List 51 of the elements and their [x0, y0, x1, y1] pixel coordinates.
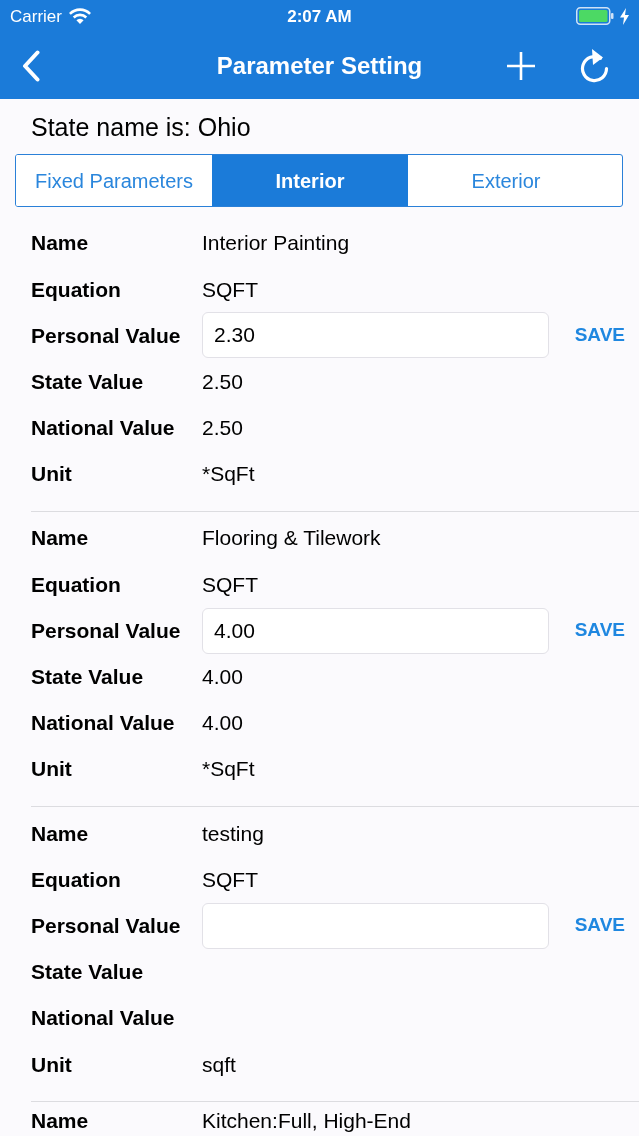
status-time: 2:07 AM [287, 7, 352, 25]
field-label: Personal Value [31, 617, 182, 644]
save-button[interactable]: SAVE [574, 911, 625, 940]
field-label: Personal Value [31, 912, 182, 939]
field-value: SQFT [202, 866, 258, 893]
field-label: Name [31, 1110, 90, 1132]
value-input-field[interactable]: 2.30 [202, 312, 549, 359]
state-name-label: State name is: Ohio [31, 112, 251, 142]
field-label: Unit [31, 756, 73, 783]
carrier-label: Carrier [10, 7, 62, 25]
field-value: Kitchen:Full, High-End [202, 1110, 411, 1132]
field-label: Equation [31, 276, 122, 303]
save-button[interactable]: SAVE [574, 321, 625, 350]
field-value: 2.50 [202, 415, 243, 442]
field-label: Name [31, 230, 90, 257]
field-label: Personal Value [31, 322, 182, 349]
field-label: Equation [31, 866, 122, 893]
field-value: Interior Painting [202, 230, 350, 257]
field-label: Unit [31, 461, 73, 488]
field-label: Equation [31, 571, 122, 598]
value-input-field[interactable]: 4.00 [202, 607, 549, 654]
field-value: SQFT [202, 571, 258, 598]
segment-tab[interactable]: Interior [212, 155, 408, 206]
field-value: testing [202, 820, 264, 847]
field-value: sqft [202, 1051, 236, 1078]
refresh-icon [580, 48, 610, 83]
field-label: Unit [31, 1051, 73, 1078]
field-label: Name [31, 525, 90, 552]
field-value: *SqFt [202, 461, 255, 488]
field-value: 2.50 [202, 368, 243, 395]
wifi-icon [68, 8, 91, 24]
field-label: Name [31, 820, 90, 847]
field-label: State Value [31, 368, 145, 395]
battery-icon [576, 7, 614, 25]
screen-title: Parameter Setting [216, 50, 423, 81]
field-value: SQFT [202, 276, 258, 303]
add-button[interactable] [505, 49, 537, 82]
refresh-button[interactable] [579, 47, 611, 84]
field-label: National Value [31, 415, 176, 442]
field-label: State Value [31, 959, 145, 986]
save-button[interactable]: SAVE [574, 616, 625, 645]
value-input-field[interactable] [202, 902, 549, 949]
field-label: National Value [31, 1005, 176, 1032]
field-label: National Value [31, 710, 176, 737]
field-value: 4.00 [202, 710, 243, 737]
field-value: 4.00 [202, 664, 243, 691]
field-value: *SqFt [202, 756, 255, 783]
field-label: State Value [31, 664, 145, 691]
plus-icon [507, 51, 535, 80]
field-value: Flooring & Tilework [202, 525, 381, 552]
back-chevron-icon [22, 49, 40, 82]
